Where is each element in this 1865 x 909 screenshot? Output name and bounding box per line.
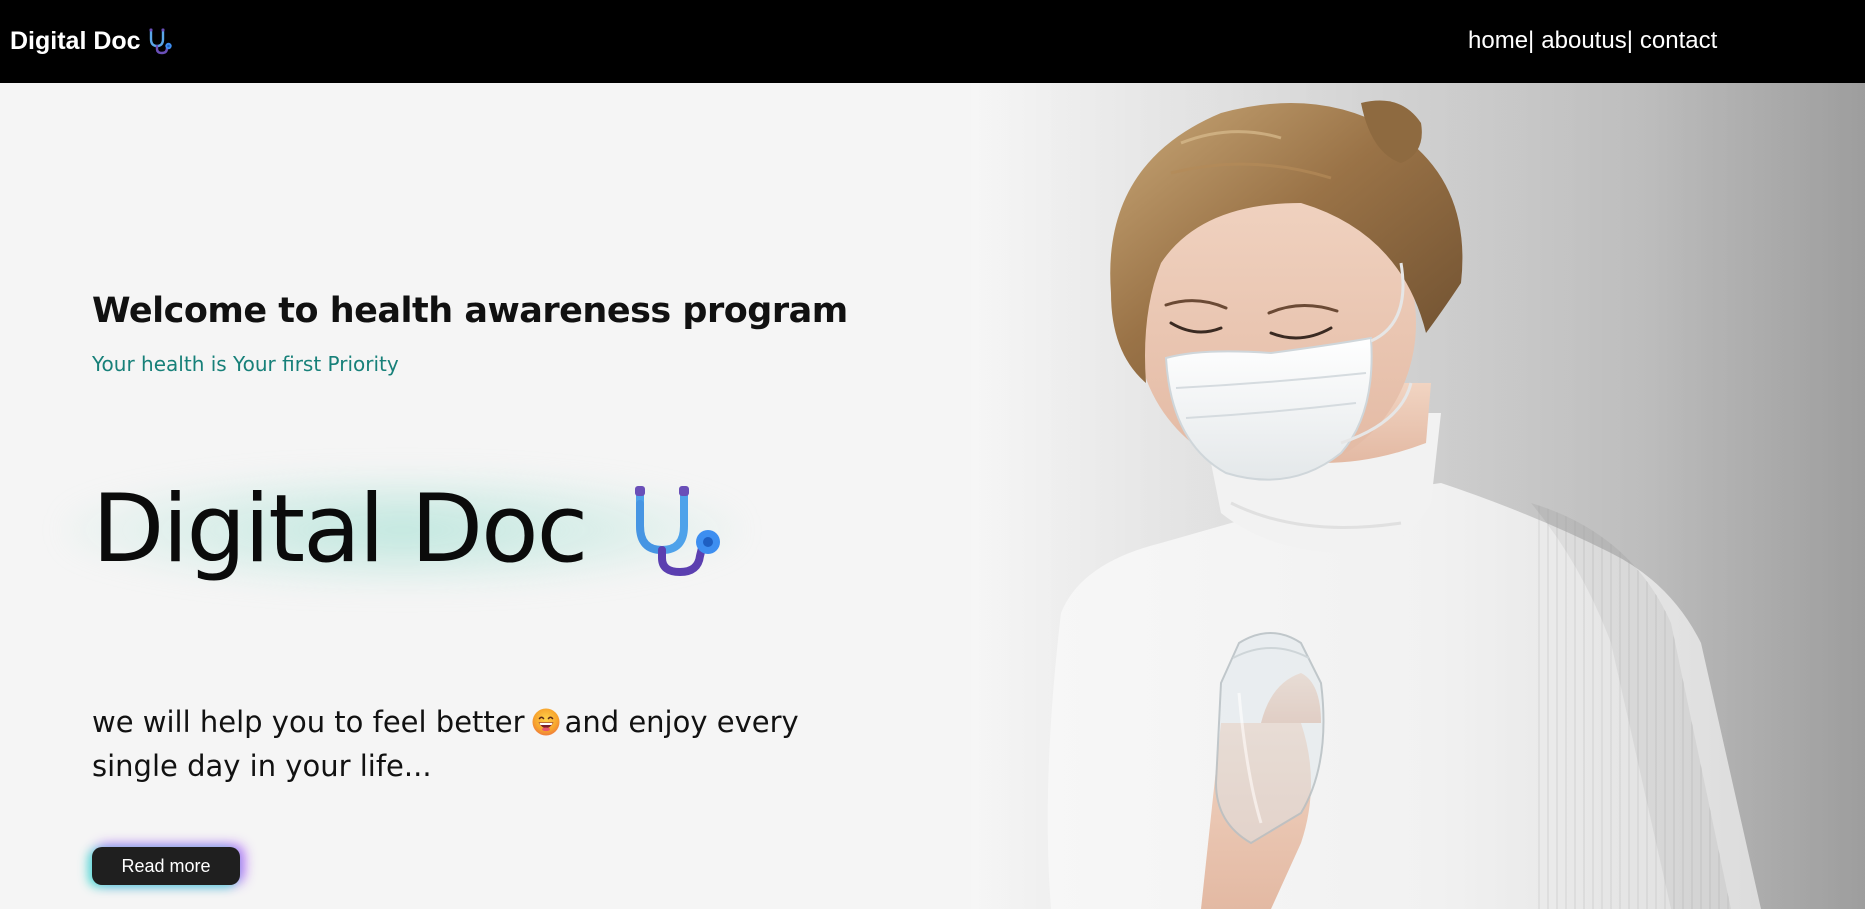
grinning-face-emoji-icon <box>532 708 560 736</box>
woman-with-mask-photo <box>971 83 1865 909</box>
welcome-heading: Welcome to health awareness program <box>92 291 848 331</box>
hero-photo <box>971 83 1865 909</box>
description-text-start: we will help you to feel better <box>92 705 525 739</box>
hero-description: we will help you to feel better and enjo… <box>92 700 832 788</box>
brand-name: Digital Doc <box>10 27 141 55</box>
tagline: Your health is Your first Priority <box>92 352 399 376</box>
nav-separator: | <box>1528 27 1535 54</box>
top-navbar: Digital Doc home | aboutus | contact <box>0 0 1865 83</box>
hero-title: Digital Doc <box>92 475 588 584</box>
nav-link-aboutus[interactable]: aboutus <box>1541 26 1626 56</box>
brand-logo-link[interactable]: Digital Doc <box>10 26 175 56</box>
main-nav: home | aboutus | contact <box>1468 26 1717 56</box>
stethoscope-icon <box>635 486 721 577</box>
read-more-button[interactable]: Read more <box>92 847 240 885</box>
hero-title-block: Digital Doc <box>62 460 742 600</box>
nav-link-home[interactable]: home <box>1468 26 1528 56</box>
nav-link-contact[interactable]: contact <box>1640 26 1717 56</box>
stethoscope-icon <box>149 28 172 55</box>
nav-separator: | <box>1626 27 1633 54</box>
